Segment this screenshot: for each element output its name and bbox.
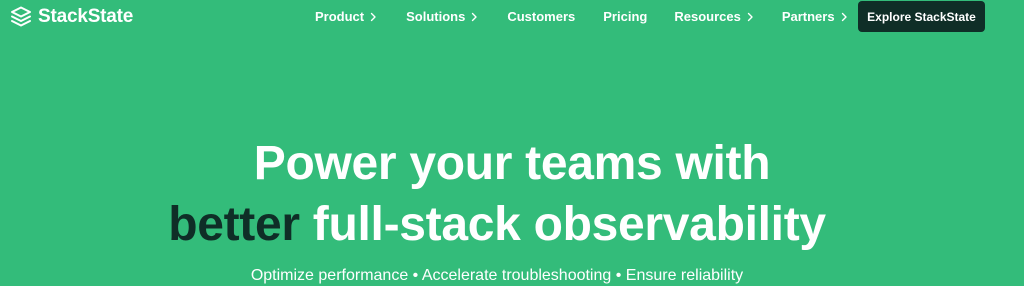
nav-item-label: Customers [507,9,576,24]
chevron-right-icon [472,12,478,22]
nav-item-solutions[interactable]: Solutions [406,9,478,25]
nav-item-label: Product [315,9,365,24]
chevron-right-icon [841,12,847,22]
nav-item-partners[interactable]: Partners [782,9,848,25]
nav-item-label: Pricing [603,9,648,24]
hero-headline-line2: better full-stack observability [0,197,1009,253]
nav-item-label: Resources [674,9,741,24]
main-nav: Product Solutions Customers Pricing Reso… [315,9,848,25]
nav-item-label: Solutions [406,9,466,24]
hero-headline-rest: full-stack observability [299,198,826,252]
top-navigation-bar: StackState Product Solutions Customers P… [0,0,1024,34]
brand-logo-link[interactable]: StackState [10,5,133,29]
nav-item-product[interactable]: Product [315,9,377,25]
stackstate-logo-icon [11,6,31,27]
nav-item-customers[interactable]: Customers [507,9,575,25]
nav-item-label: Partners [781,9,835,24]
chevron-right-icon [747,12,753,22]
nav-item-pricing[interactable]: Pricing [603,9,647,25]
nav-item-resources[interactable]: Resources [674,9,753,25]
explore-stackstate-button[interactable]: Explore StackState [858,1,985,32]
hero-subtitle: Optimize performance • Accelerate troubl… [250,267,744,284]
hero-headline-line1: Power your teams with [253,137,771,191]
chevron-right-icon [370,12,376,22]
hero-headline-accent: better [168,198,300,252]
brand-name: StackState [38,6,134,27]
